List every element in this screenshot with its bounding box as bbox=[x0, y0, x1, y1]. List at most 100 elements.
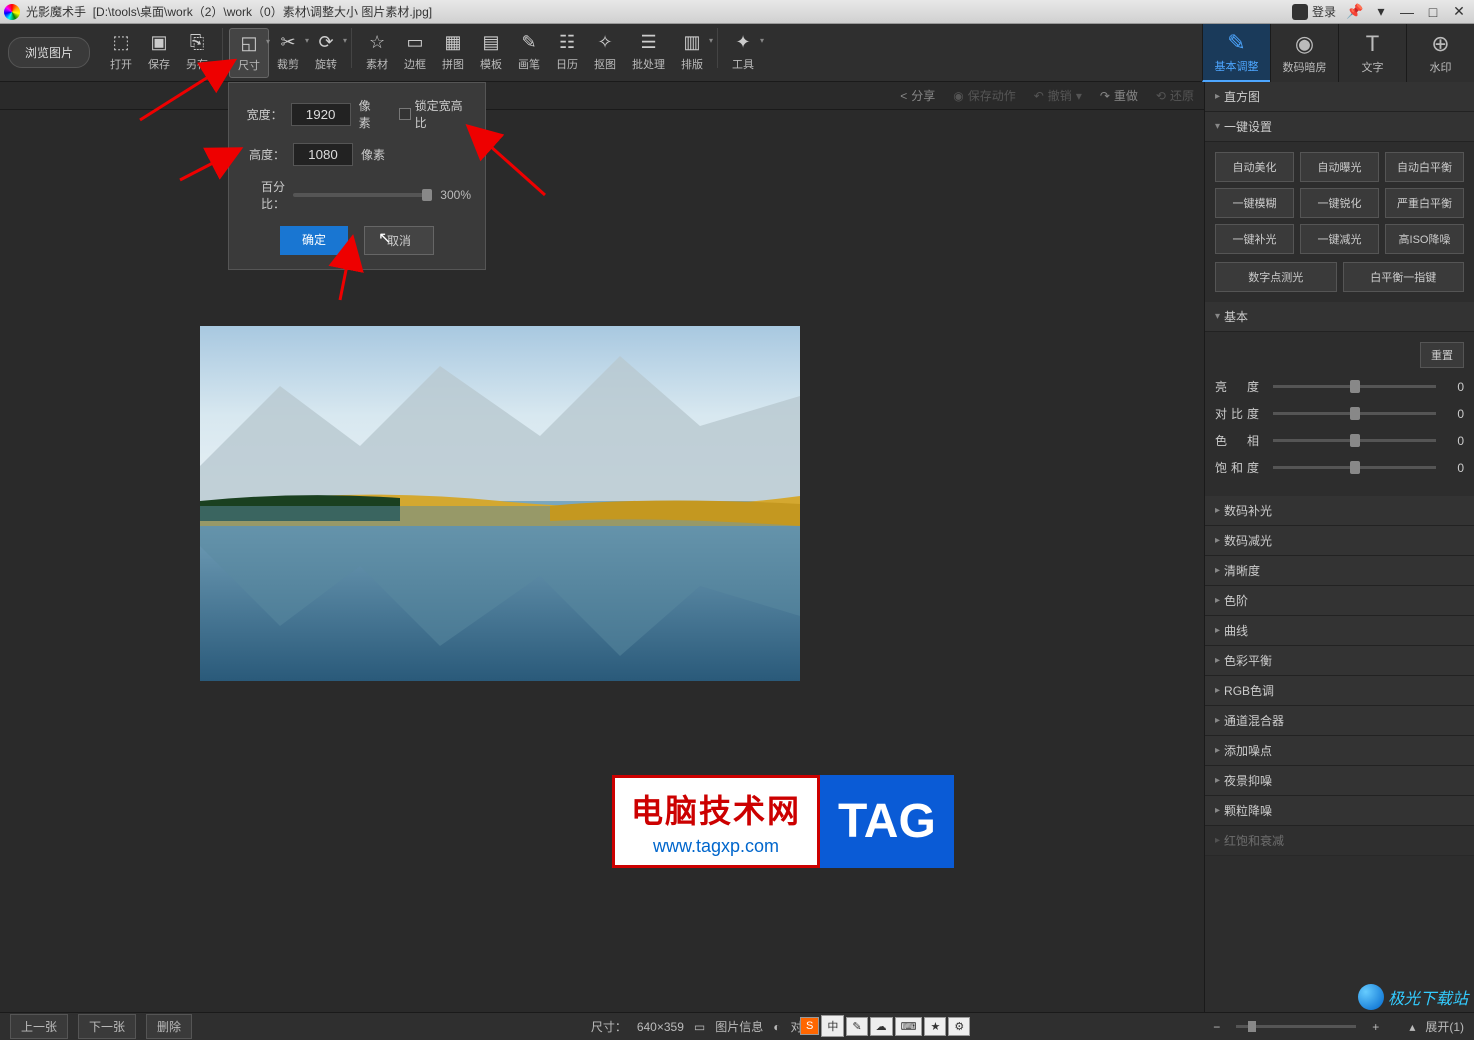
section-basic[interactable]: ▾基本 bbox=[1205, 302, 1474, 332]
tool-icon: ✂ bbox=[277, 32, 299, 54]
ime-item[interactable]: ⚙ bbox=[948, 1017, 970, 1036]
slider-色 相[interactable]: 色 相0 bbox=[1215, 432, 1464, 449]
login-button[interactable]: 登录 bbox=[1292, 3, 1336, 20]
maximize-button[interactable]: □ bbox=[1422, 3, 1444, 21]
zoom-out-icon[interactable]: ▭ bbox=[694, 1020, 705, 1034]
undo-button[interactable]: ↶ 撤销 ▾ bbox=[1034, 87, 1082, 104]
tool-批处理[interactable]: ☰批处理 bbox=[624, 28, 673, 78]
section-color-balance[interactable]: ▸色彩平衡 bbox=[1205, 646, 1474, 676]
tool-保存[interactable]: ▣保存 bbox=[140, 28, 178, 78]
cancel-button[interactable]: 取消 bbox=[364, 226, 434, 255]
share-button[interactable]: < 分享 bbox=[900, 87, 935, 104]
tool-工具[interactable]: ✦工具▾ bbox=[724, 28, 762, 78]
tool-素材[interactable]: ☆素材 bbox=[358, 28, 396, 78]
section-last[interactable]: ▸红饱和衰减 bbox=[1205, 826, 1474, 856]
next-button[interactable]: 下一张 bbox=[78, 1014, 136, 1039]
delete-button[interactable]: 删除 bbox=[146, 1014, 192, 1039]
watermark-overlay: 电脑技术网 www.tagxp.com TAG bbox=[612, 775, 954, 868]
tool-另存[interactable]: ⎘另存 bbox=[178, 28, 216, 78]
preset-数字点测光[interactable]: 数字点测光 bbox=[1215, 262, 1337, 292]
save-action-button[interactable]: ◉ 保存动作 bbox=[953, 87, 1016, 104]
ime-item[interactable]: ✎ bbox=[846, 1017, 867, 1036]
tool-拼图[interactable]: ▦拼图 bbox=[434, 28, 472, 78]
tool-icon: ◱ bbox=[238, 33, 260, 55]
tool-icon: ☷ bbox=[556, 32, 578, 54]
tool-icon: ▦ bbox=[442, 32, 464, 54]
preset-一键模糊[interactable]: 一键模糊 bbox=[1215, 188, 1294, 218]
tool-icon: ▥ bbox=[681, 32, 703, 54]
tab-文字[interactable]: T文字 bbox=[1338, 24, 1406, 82]
expand-button[interactable]: 展开(1) bbox=[1425, 1018, 1464, 1035]
section-digital-fill[interactable]: ▸数码补光 bbox=[1205, 496, 1474, 526]
section-levels[interactable]: ▸色阶 bbox=[1205, 586, 1474, 616]
preset-一键补光[interactable]: 一键补光 bbox=[1215, 224, 1294, 254]
preset-白平衡一指键[interactable]: 白平衡一指键 bbox=[1343, 262, 1465, 292]
redo-button[interactable]: ↷ 重做 bbox=[1100, 87, 1138, 104]
ime-s[interactable]: S bbox=[800, 1017, 819, 1035]
slider-饱和度[interactable]: 饱和度0 bbox=[1215, 459, 1464, 476]
section-night-denoise[interactable]: ▸夜景抑噪 bbox=[1205, 766, 1474, 796]
app-icon bbox=[4, 4, 20, 20]
preset-严重白平衡[interactable]: 严重白平衡 bbox=[1385, 188, 1464, 218]
ime-item[interactable]: ☁ bbox=[870, 1017, 893, 1036]
reset-button[interactable]: 重置 bbox=[1420, 342, 1464, 368]
slider-对比度[interactable]: 对比度0 bbox=[1215, 405, 1464, 422]
ime-item[interactable]: ⌨ bbox=[895, 1017, 923, 1036]
zoom-minus-icon[interactable]: − bbox=[1213, 1020, 1220, 1034]
ime-item[interactable]: ★ bbox=[924, 1017, 946, 1036]
tab-icon: ⊕ bbox=[1431, 31, 1449, 57]
pin-icon[interactable]: 📌 bbox=[1344, 3, 1366, 21]
restore-button[interactable]: ⟲ 还原 bbox=[1156, 87, 1194, 104]
preset-自动美化[interactable]: 自动美化 bbox=[1215, 152, 1294, 182]
close-button[interactable]: ✕ bbox=[1448, 3, 1470, 21]
compare-icon[interactable]: ◐ bbox=[773, 1020, 780, 1034]
tool-日历[interactable]: ☷日历 bbox=[548, 28, 586, 78]
tool-边框[interactable]: ▭边框 bbox=[396, 28, 434, 78]
preset-高ISO降噪[interactable]: 高ISO降噪 bbox=[1385, 224, 1464, 254]
tab-水印[interactable]: ⊕水印 bbox=[1406, 24, 1474, 82]
minimize-button[interactable]: — bbox=[1396, 3, 1418, 21]
section-grain-denoise[interactable]: ▸颗粒降噪 bbox=[1205, 796, 1474, 826]
preset-自动白平衡[interactable]: 自动白平衡 bbox=[1385, 152, 1464, 182]
percent-slider[interactable] bbox=[293, 193, 432, 197]
tool-旋转[interactable]: ⟳旋转▾ bbox=[307, 28, 345, 78]
ok-button[interactable]: 确定 bbox=[280, 226, 348, 255]
tab-icon: T bbox=[1366, 31, 1379, 57]
preset-自动曝光[interactable]: 自动曝光 bbox=[1300, 152, 1379, 182]
section-clarity[interactable]: ▸清晰度 bbox=[1205, 556, 1474, 586]
tool-画笔[interactable]: ✎画笔 bbox=[510, 28, 548, 78]
lock-ratio-checkbox[interactable]: 锁定宽高比 bbox=[399, 97, 471, 131]
section-curves[interactable]: ▸曲线 bbox=[1205, 616, 1474, 646]
height-input[interactable] bbox=[293, 143, 353, 166]
section-oneclick[interactable]: ▾一键设置 bbox=[1205, 112, 1474, 142]
image-preview[interactable] bbox=[200, 326, 800, 681]
section-rgb[interactable]: ▸RGB色调 bbox=[1205, 676, 1474, 706]
status-bar: 上一张 下一张 删除 尺寸： 640×359 ▭ 图片信息 ◐ 对比 − + ▴… bbox=[0, 1012, 1474, 1040]
resize-dialog: 宽度： 像素 锁定宽高比 高度： 像素 百分比： 300% 确定 取消 bbox=[228, 82, 486, 270]
dropdown-icon[interactable]: ▾ bbox=[1370, 3, 1392, 21]
tool-尺寸[interactable]: ◱尺寸▾ bbox=[229, 28, 269, 78]
section-histogram[interactable]: ▸直方图 bbox=[1205, 82, 1474, 112]
tool-抠图[interactable]: ✧抠图 bbox=[586, 28, 624, 78]
tool-排版[interactable]: ▥排版▾ bbox=[673, 28, 711, 78]
preset-一键锐化[interactable]: 一键锐化 bbox=[1300, 188, 1379, 218]
tab-基本调整[interactable]: ✎基本调整 bbox=[1202, 24, 1270, 82]
browse-images-button[interactable]: 浏览图片 bbox=[8, 37, 90, 68]
percent-value: 300% bbox=[440, 188, 471, 202]
tool-裁剪[interactable]: ✂裁剪▾ bbox=[269, 28, 307, 78]
tool-icon: ☆ bbox=[366, 32, 388, 54]
section-add-noise[interactable]: ▸添加噪点 bbox=[1205, 736, 1474, 766]
tool-模板[interactable]: ▤模板 bbox=[472, 28, 510, 78]
zoom-plus-icon[interactable]: + bbox=[1372, 1020, 1379, 1034]
tool-打开[interactable]: ⬚打开 bbox=[102, 28, 140, 78]
prev-button[interactable]: 上一张 bbox=[10, 1014, 68, 1039]
img-info-button[interactable]: 图片信息 bbox=[715, 1018, 763, 1035]
slider-亮 度[interactable]: 亮 度0 bbox=[1215, 378, 1464, 395]
tab-数码暗房[interactable]: ◉数码暗房 bbox=[1270, 24, 1338, 82]
section-digital-dim[interactable]: ▸数码减光 bbox=[1205, 526, 1474, 556]
ime-zhong[interactable]: 中 bbox=[821, 1015, 844, 1037]
preset-一键减光[interactable]: 一键减光 bbox=[1300, 224, 1379, 254]
width-input[interactable] bbox=[291, 103, 351, 126]
zoom-slider[interactable] bbox=[1236, 1025, 1356, 1028]
section-channel-mixer[interactable]: ▸通道混合器 bbox=[1205, 706, 1474, 736]
